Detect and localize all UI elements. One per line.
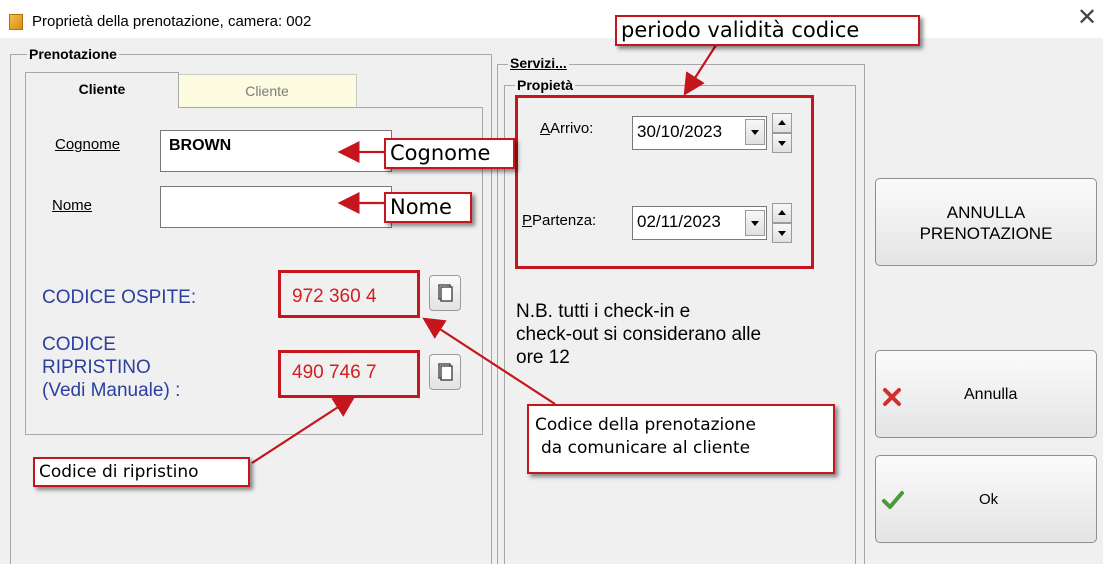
annulla-label: Annulla [964, 386, 1018, 403]
annulla-prenotazione-button[interactable]: ANNULLA PRENOTAZIONE [875, 178, 1097, 266]
codice-ripristino-label-1: CODICE [42, 334, 116, 355]
codice-ospite-highlight [278, 270, 420, 318]
codice-ospite-label: CODICE OSPITE: [42, 287, 197, 308]
callout-codice-prenotazione-line-2: da comunicare al cliente [541, 438, 751, 458]
cognome-field[interactable]: BROWN [160, 130, 392, 172]
callout-codice-prenotazione-line-1: Codice della prenotazione [535, 415, 756, 435]
callout-codice-prenotazione: Codice della prenotazione da comunicare … [527, 404, 835, 474]
window-title: Proprietà della prenotazione, camera: 00… [32, 13, 312, 30]
copy-icon [438, 284, 453, 302]
ok-button[interactable]: Ok [875, 455, 1097, 543]
tab-cliente[interactable]: Cliente [25, 72, 179, 108]
nome-label: Nome [52, 197, 93, 214]
prenotazione-group-label: Prenotazione [27, 46, 119, 62]
nome-field[interactable] [160, 186, 392, 228]
tab-cliente-secondary[interactable]: Cliente [177, 74, 357, 108]
copy-icon [438, 363, 453, 381]
annulla-button[interactable]: Annulla [875, 350, 1097, 438]
close-icon[interactable]: ✕ [1077, 6, 1097, 30]
cognome-label: Cognome [55, 136, 121, 153]
checkin-note-line-2: check-out si considerano alle [516, 324, 762, 345]
annulla-prenotazione-label-1: ANNULLA [946, 203, 1026, 222]
codice-ripristino-label-3: (Vedi Manuale) : [42, 380, 181, 401]
red-x-icon [883, 388, 901, 406]
green-check-icon [882, 491, 904, 509]
copy-codice-ospite-button[interactable] [429, 275, 461, 311]
codice-ripristino-label-2: RIPRISTINO [42, 357, 151, 378]
cognome-value: BROWN [169, 137, 232, 154]
title-bar: Proprietà della prenotazione, camera: 00… [0, 0, 1103, 38]
propieta-group-label: Propietà [515, 77, 576, 93]
copy-codice-ripristino-button[interactable] [429, 354, 461, 390]
callout-periodo: periodo validità codice [615, 15, 920, 46]
checkin-note-line-1: N.B. tutti i check-in e [516, 301, 691, 322]
periodo-highlight [515, 95, 814, 269]
servizi-group-label: Servizi... [508, 55, 569, 71]
annulla-prenotazione-label-2: PRENOTAZIONE [919, 224, 1053, 243]
callout-cognome: Cognome [384, 138, 515, 169]
callout-codice-ripristino: Codice di ripristino [33, 457, 250, 487]
codice-ripristino-highlight [278, 350, 420, 398]
checkin-note: N.B. tutti i check-in e check-out si con… [516, 300, 761, 369]
tab-panel-top-border [178, 107, 483, 108]
checkin-note-line-3: ore 12 [516, 347, 570, 368]
ok-label: Ok [979, 491, 999, 508]
callout-nome: Nome [384, 192, 472, 223]
app-icon [9, 14, 23, 30]
